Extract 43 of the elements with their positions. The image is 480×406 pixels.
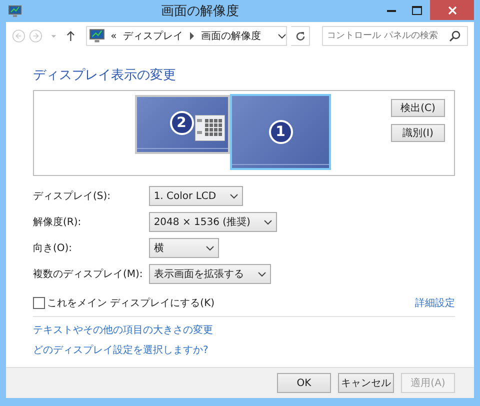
display-number: 1 [268,120,292,144]
refresh-icon [294,30,306,42]
dialog-button[interactable]: キャンセル [338,373,394,393]
close-button[interactable] [430,0,474,20]
panel-button[interactable]: 検出(C) [391,99,445,117]
chevron-down-icon [206,246,214,250]
setting-label: 解像度(R): [33,216,82,229]
monitor-icon [8,5,22,17]
address-bar[interactable]: « ディスプレイ 画面の解像度 [86,26,288,46]
breadcrumb[interactable]: 画面の解像度 [200,29,261,43]
help-link[interactable]: テキストやその他の項目の大きさの変更 [33,323,213,337]
setting-label: 複数のディスプレイ(M): [33,268,143,281]
section-heading: ディスプレイ表示の変更 [33,67,177,84]
chevron-right-icon [188,32,195,40]
panel-button[interactable]: 識別(I) [391,124,445,142]
dialog-button[interactable]: OK [277,373,331,393]
dropdown[interactable]: 1. Color LCD [148,186,244,206]
monitor-thumbnail[interactable]: 2 [134,95,230,154]
dropdown[interactable]: 2048 × 1536 (推奨) [148,212,278,232]
search-icon[interactable] [446,28,463,44]
close-icon [448,6,456,14]
chevron-down-icon [258,272,266,276]
minimize-icon [386,8,396,12]
dropdown[interactable]: 表示画面を拡張する [148,264,271,284]
window-title: 画面の解像度 [160,3,240,20]
chevron-down-icon [230,194,238,198]
monitor-icon [88,28,105,44]
chevron-down-icon [264,220,272,224]
breadcrumb-separator: « [110,30,117,42]
tiles-icon [194,115,224,141]
maximize-icon [412,6,422,14]
dropdown[interactable]: 横 [148,238,219,258]
refresh-button[interactable] [291,26,310,46]
setting-label: ディスプレイ(S): [33,190,111,203]
display-number: 2 [170,111,194,135]
breadcrumb[interactable]: ディスプレイ [122,29,183,43]
chevron-down-icon[interactable] [278,34,286,38]
monitor-thumbnail[interactable]: 1 [230,94,330,170]
advanced-settings-link[interactable]: 詳細設定 [415,296,455,310]
checkbox[interactable] [33,297,45,309]
setting-label: 向き(O): [33,242,72,255]
help-link[interactable]: どのディスプレイ設定を選択しますか? [33,343,208,357]
checkbox-label: これをメイン ディスプレイにする(K) [47,296,215,310]
